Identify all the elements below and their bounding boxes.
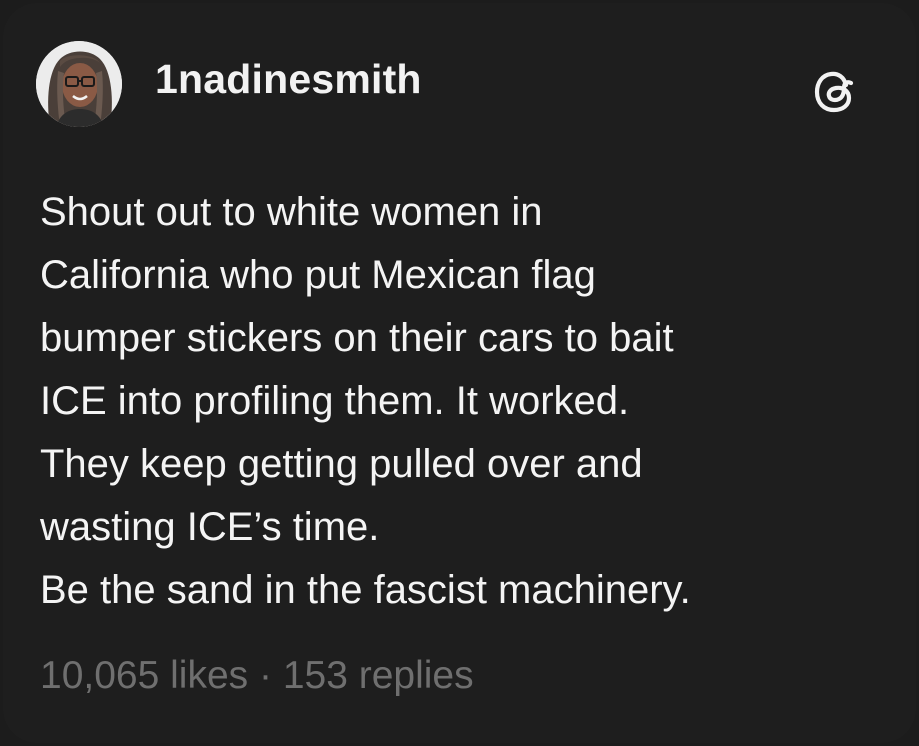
post-text-line: wasting ICE’s time. xyxy=(40,505,380,549)
post-text-line: bumper stickers on their cars to bait xyxy=(40,316,674,360)
post-text-line: They keep getting pulled over and xyxy=(40,442,643,486)
post-stats: 10,065 likes · 153 replies xyxy=(40,651,474,701)
avatar[interactable] xyxy=(36,41,122,127)
post-text-line: California who put Mexican flag xyxy=(40,253,596,297)
avatar-photo xyxy=(36,41,122,127)
post-text-line: Shout out to white women in xyxy=(40,190,543,234)
post-text-line: Be the sand in the fascist machinery. xyxy=(40,568,691,612)
post-text-line: ICE into profiling them. It worked. xyxy=(40,379,630,423)
username[interactable]: 1nadinesmith xyxy=(155,56,422,102)
stats-separator: · xyxy=(248,654,283,697)
threads-logo-icon[interactable] xyxy=(811,65,863,117)
threads-post-card: 1nadinesmith Shout out to white women in… xyxy=(3,3,916,743)
likes-count[interactable]: 10,065 likes xyxy=(40,654,248,697)
replies-count[interactable]: 153 replies xyxy=(283,654,474,697)
post-text: Shout out to white women in California w… xyxy=(40,181,900,622)
